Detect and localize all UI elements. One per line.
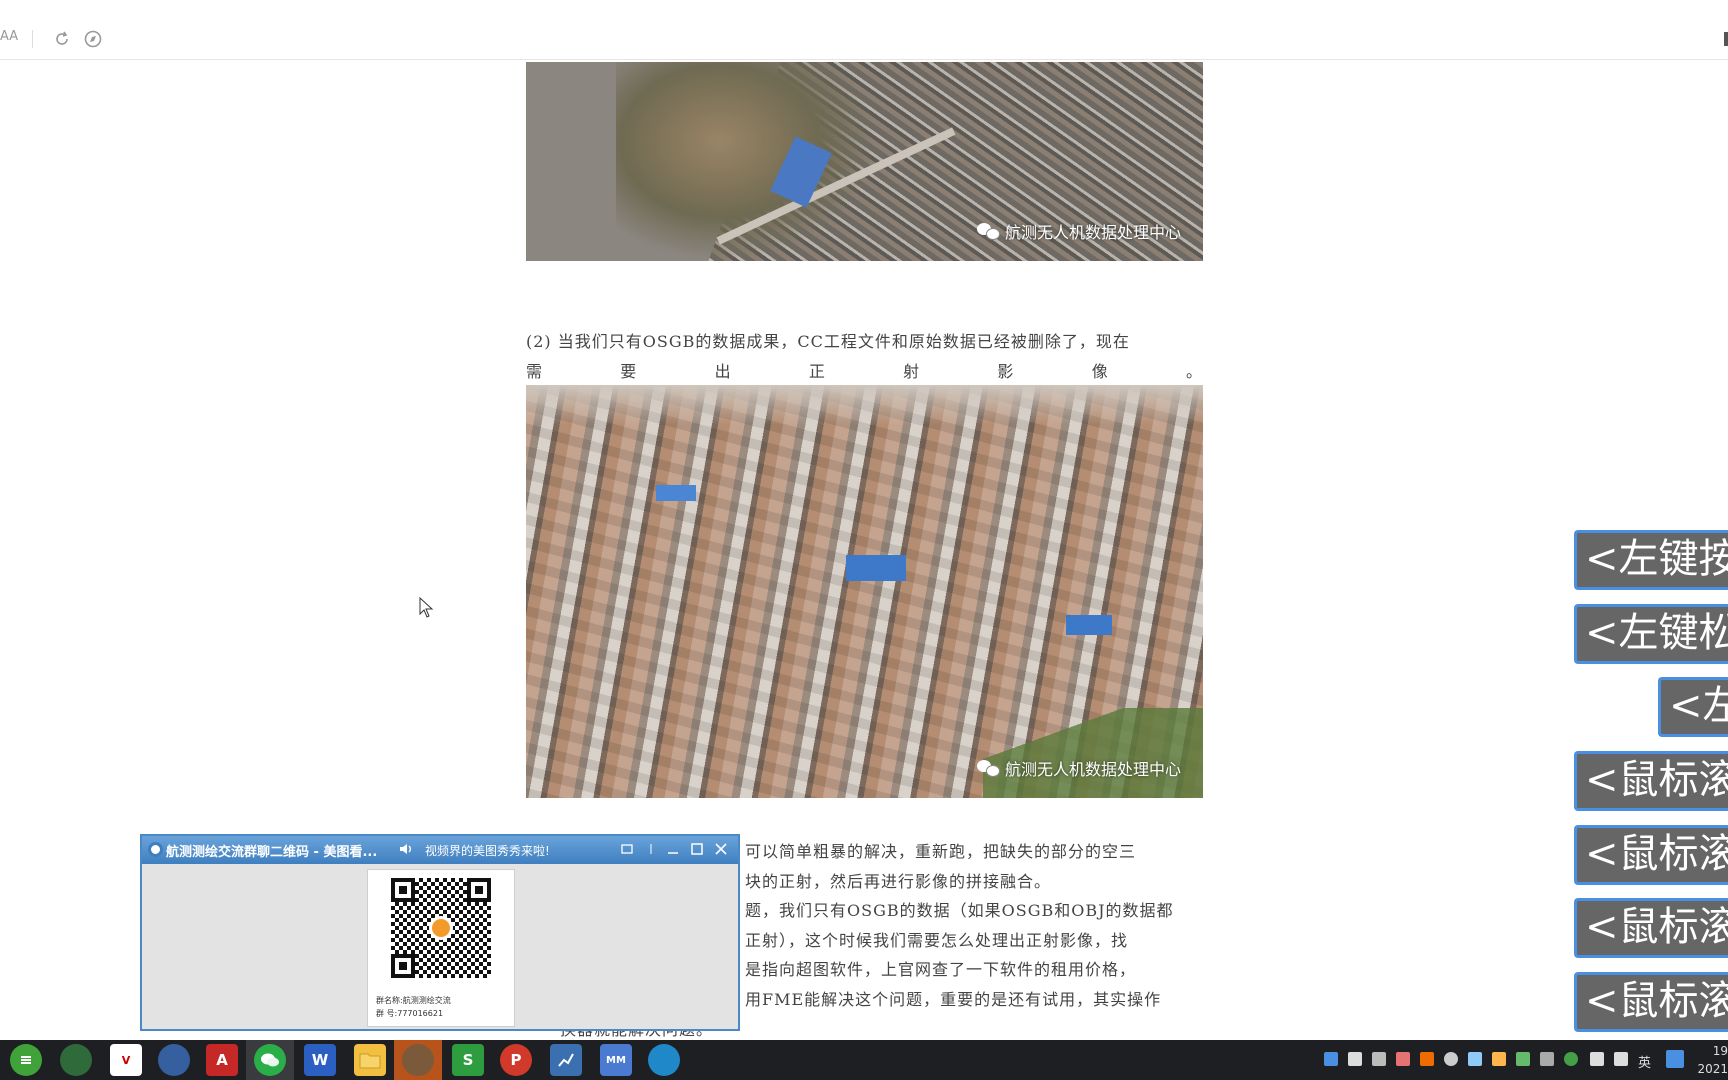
- volume-icon[interactable]: [1614, 1052, 1628, 1066]
- nvidia-icon[interactable]: [1516, 1052, 1530, 1066]
- wechat-app-icon[interactable]: [254, 1044, 286, 1076]
- qr-group-name: 群名称:航测测绘交流: [376, 996, 451, 1005]
- qr-group-number: 群 号:777016621: [376, 1009, 444, 1018]
- cloud-icon[interactable]: [1444, 1052, 1458, 1066]
- paragraph-2-char: 。: [1185, 362, 1203, 381]
- key-overlay-item: <左键松: [1574, 604, 1728, 664]
- paragraph-3-line: 可以简单粗暴的解决，重新跑，把缺失的部分的空三: [745, 842, 1137, 861]
- paragraph-2-char: 像: [1091, 362, 1109, 381]
- clock[interactable]: 19 2021: [1696, 1042, 1728, 1078]
- image-sky: [526, 385, 1203, 425]
- fullscreen-icon[interactable]: [618, 840, 636, 858]
- plot-app-icon[interactable]: [550, 1044, 582, 1076]
- image-blue-roof: [846, 555, 906, 581]
- image-viewer-window[interactable]: 航测测绘交流群聊二维码 - 美图看... 视频界的美图秀秀来啦! 群名称:航测测…: [140, 834, 740, 1031]
- video-app-icon[interactable]: V: [110, 1044, 142, 1076]
- qr-caption: 群名称:航测测绘交流 群 号:777016621: [376, 994, 451, 1020]
- qr-code-image: [391, 878, 491, 978]
- minimize-button[interactable]: [664, 840, 682, 858]
- network-app-icon[interactable]: [648, 1044, 680, 1076]
- paragraph-3-line: 题，我们只有OSGB的数据（如果OSGB和OBJ的数据都: [745, 901, 1174, 920]
- paragraph-3-line: 用FME能解决这个问题，重要的是还有试用，其实操作: [745, 990, 1162, 1009]
- close-button[interactable]: [712, 840, 730, 858]
- sidebar-toggle[interactable]: [1724, 32, 1728, 46]
- qr-logo: [429, 916, 453, 940]
- mm-app-icon[interactable]: MM: [600, 1044, 632, 1076]
- qr-finder: [467, 878, 491, 902]
- clock-time: 19: [1712, 1044, 1728, 1058]
- key-overlay-item: <鼠标滚: [1574, 825, 1728, 885]
- input-language[interactable]: 英: [1638, 1052, 1651, 1071]
- image-watermark: 航测无人机数据处理中心: [976, 756, 1181, 780]
- key-overlay-item: <鼠标滚: [1574, 972, 1728, 1032]
- globe-app-icon[interactable]: [158, 1044, 190, 1076]
- game-app-icon[interactable]: [402, 1044, 434, 1076]
- spreadsheet-app-icon[interactable]: S: [452, 1044, 484, 1076]
- signal-icon[interactable]: [1468, 1052, 1482, 1066]
- qr-finder: [391, 954, 415, 978]
- image-watermark: 航测无人机数据处理中心: [976, 219, 1181, 243]
- app-icon: [148, 842, 163, 857]
- promo-notice[interactable]: 视频界的美图秀秀来啦!: [425, 842, 550, 859]
- paragraph-3-line: 块的正射，然后再进行影像的拼接融合。: [745, 872, 1052, 891]
- paragraph-2-char: 出: [714, 362, 732, 381]
- wechat-tray-icon[interactable]: [1564, 1052, 1578, 1066]
- wifi-icon[interactable]: [1590, 1052, 1604, 1066]
- pen-icon[interactable]: [1540, 1052, 1554, 1066]
- q-app-icon[interactable]: [1666, 1050, 1684, 1068]
- paragraph-3-line: 正射），这个时候我们需要怎么处理出正射影像，找: [745, 931, 1129, 950]
- image-green-field: [983, 708, 1203, 798]
- qr-card: 群名称:航测测绘交流 群 号:777016621: [367, 869, 515, 1027]
- key-overlay-item: <鼠标滚: [1574, 751, 1728, 811]
- paragraph-2-char: 影: [997, 362, 1015, 381]
- start-button-icon[interactable]: [10, 1044, 42, 1076]
- paragraph-3-line: 是指向超图软件，上官网查了一下软件的租用价格，: [745, 960, 1137, 979]
- wechat-icon: [976, 759, 1000, 777]
- paragraph-2-char: 需: [526, 362, 544, 381]
- flower-icon[interactable]: [1396, 1052, 1410, 1066]
- image-blue-roof: [1066, 615, 1112, 635]
- toolbar-divider: [32, 30, 33, 48]
- paragraph-2-line1: (2) 当我们只有OSGB的数据成果，CC工程文件和原始数据已经被删除了，现在: [526, 332, 1130, 351]
- window-title: 航测测绘交流群聊二维码 - 美图看...: [166, 845, 378, 860]
- font-size-button[interactable]: AA: [0, 29, 18, 44]
- titlebar-divider: [642, 840, 660, 858]
- autocad-app-icon[interactable]: A: [206, 1044, 238, 1076]
- image-blue-roof: [656, 485, 696, 501]
- speaker-icon[interactable]: [398, 841, 414, 861]
- refresh-icon[interactable]: [52, 29, 72, 49]
- shield-icon[interactable]: [1324, 1052, 1338, 1066]
- key-overlay-item: <左键按: [1574, 530, 1728, 590]
- word-app-icon[interactable]: W: [304, 1044, 336, 1076]
- maximize-button[interactable]: [688, 840, 706, 858]
- tray-app-icon[interactable]: [1420, 1052, 1434, 1066]
- file-explorer-icon[interactable]: [354, 1044, 386, 1076]
- browser-app-icon[interactable]: [60, 1044, 92, 1076]
- paragraph-2-char: 射: [903, 362, 921, 381]
- taskbar: V A W S P MM 英 19 2021: [0, 1040, 1728, 1080]
- pdf-app-icon[interactable]: P: [500, 1044, 532, 1076]
- paragraph-2-char: 正: [808, 362, 826, 381]
- user-icon[interactable]: [1492, 1052, 1506, 1066]
- article-image-main: 航测无人机数据处理中心: [526, 385, 1203, 798]
- key-overlay-item: <鼠标滚: [1574, 898, 1728, 958]
- grid-icon[interactable]: [1372, 1052, 1386, 1066]
- browser-toolbar: AA: [0, 0, 1728, 60]
- compass-icon[interactable]: [83, 29, 103, 49]
- key-overlay-item: <左: [1658, 677, 1728, 737]
- wechat-icon: [976, 222, 1000, 240]
- qr-finder: [391, 878, 415, 902]
- window-titlebar[interactable]: 航测测绘交流群聊二维码 - 美图看... 视频界的美图秀秀来啦!: [142, 836, 738, 864]
- paragraph-2-line2: 需 要 出 正 射 影 像 。: [526, 358, 1203, 382]
- mouse-cursor-icon: [419, 597, 434, 618]
- clock-date: 2021: [1697, 1062, 1728, 1076]
- article-image-top: 航测无人机数据处理中心: [526, 62, 1203, 261]
- bookmark-icon[interactable]: [1348, 1052, 1362, 1066]
- paragraph-2-char: 要: [620, 362, 638, 381]
